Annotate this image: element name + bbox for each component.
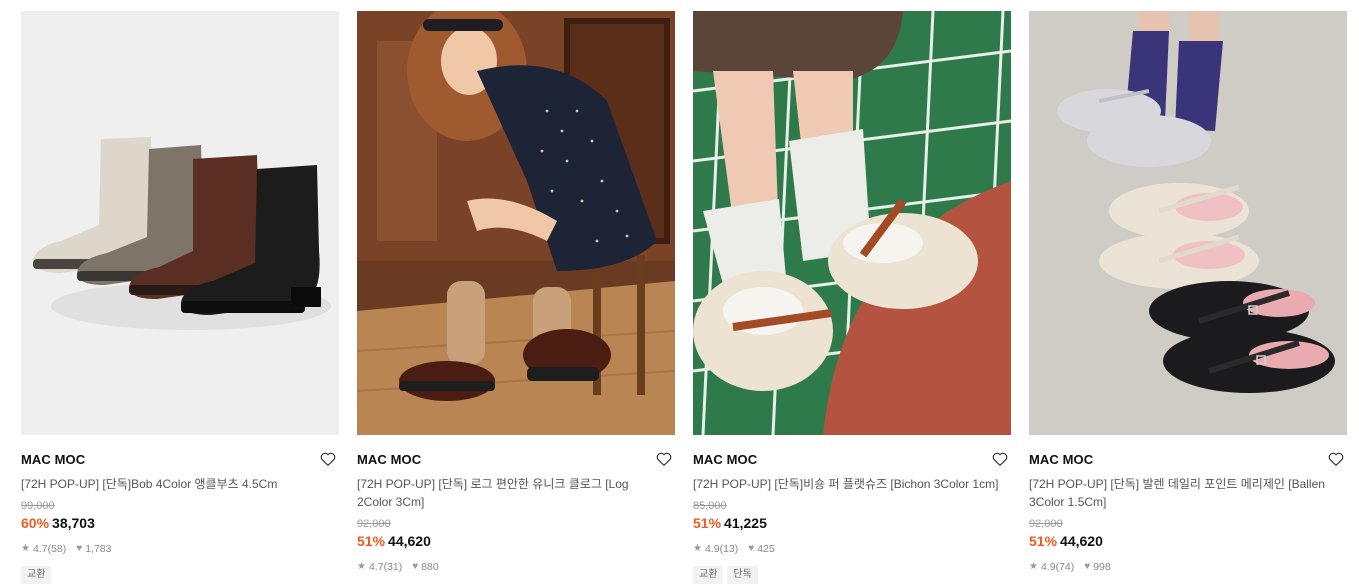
- product-meta: ★ 4.7 (31) ♥ 880: [357, 560, 675, 574]
- product-card[interactable]: MAC MOC [72H POP-UP] [단독]비숑 퍼 플랫슈즈 [Bich…: [693, 11, 1011, 584]
- heart-filled-icon: ♥: [748, 543, 755, 554]
- product-image-clogs[interactable]: [357, 11, 675, 435]
- sale-price: 41,225: [724, 515, 767, 531]
- product-image-ankle-boots[interactable]: [21, 11, 339, 435]
- sale-price: 44,620: [1060, 533, 1103, 549]
- heart-outline-icon[interactable]: [991, 450, 1009, 468]
- product-tag: 교환: [21, 566, 52, 584]
- heart-outline-icon[interactable]: [655, 450, 673, 468]
- heart-filled-icon: ♥: [1084, 561, 1091, 572]
- price-row: 51% 44,620: [1029, 532, 1347, 550]
- review-count: (58): [47, 543, 67, 555]
- rating-value: 4.9: [1040, 561, 1056, 573]
- tag-list: 교환: [21, 566, 339, 584]
- sale-price: 38,703: [52, 515, 95, 531]
- product-meta: ★ 4.9 (13) ♥ 425: [693, 542, 1011, 556]
- star-icon: ★: [357, 561, 366, 572]
- star-icon: ★: [1029, 561, 1038, 572]
- discount-rate: 51%: [693, 515, 722, 531]
- like-count: 880: [421, 561, 439, 573]
- brand-name[interactable]: MAC MOC: [693, 452, 757, 467]
- product-card[interactable]: MAC MOC [72H POP-UP] [단독] 로그 편안한 유니크 클로그…: [357, 11, 675, 574]
- like-count: 425: [757, 543, 775, 555]
- review-count: (31): [383, 561, 403, 573]
- original-price: 99,000: [21, 500, 55, 512]
- heart-outline-icon[interactable]: [319, 450, 337, 468]
- product-title[interactable]: [72H POP-UP] [단독]Bob 4Color 앵클부츠 4.5Cm: [21, 475, 339, 493]
- product-meta: ★ 4.7 (58) ♥ 1,783: [21, 542, 339, 556]
- original-price: 92,000: [1029, 518, 1063, 530]
- brand-name[interactable]: MAC MOC: [357, 452, 421, 467]
- product-grid: MAC MOC [72H POP-UP] [단독]Bob 4Color 앵클부츠…: [0, 0, 1359, 584]
- product-title[interactable]: [72H POP-UP] [단독] 발렌 데일리 포인트 메리제인 [Balle…: [1029, 475, 1347, 511]
- discount-rate: 51%: [357, 533, 386, 549]
- price-row: 51% 41,225: [693, 514, 1011, 532]
- price-row: 60% 38,703: [21, 514, 339, 532]
- product-title[interactable]: [72H POP-UP] [단독] 로그 편안한 유니크 클로그 [Log 2C…: [357, 475, 675, 511]
- product-card[interactable]: MAC MOC [72H POP-UP] [단독] 발렌 데일리 포인트 메리제…: [1029, 11, 1347, 574]
- brand-name[interactable]: MAC MOC: [21, 452, 85, 467]
- original-price: 92,000: [357, 518, 391, 530]
- heart-outline-icon[interactable]: [1327, 450, 1345, 468]
- sale-price: 44,620: [388, 533, 431, 549]
- discount-rate: 51%: [1029, 533, 1058, 549]
- product-card[interactable]: MAC MOC [72H POP-UP] [단독]Bob 4Color 앵클부츠…: [21, 11, 339, 584]
- rating-value: 4.9: [704, 543, 720, 555]
- heart-filled-icon: ♥: [412, 561, 419, 572]
- product-meta: ★ 4.9 (74) ♥ 998: [1029, 560, 1347, 574]
- product-title[interactable]: [72H POP-UP] [단독]비숑 퍼 플랫슈즈 [Bichon 3Colo…: [693, 475, 1011, 493]
- review-count: (13): [719, 543, 739, 555]
- brand-name[interactable]: MAC MOC: [1029, 452, 1093, 467]
- tag-list: 교환 단독: [693, 566, 1011, 584]
- like-count: 1,783: [85, 543, 112, 555]
- product-tag: 단독: [727, 566, 758, 584]
- discount-rate: 60%: [21, 515, 50, 531]
- star-icon: ★: [21, 543, 30, 554]
- original-price: 85,000: [693, 500, 727, 512]
- price-row: 51% 44,620: [357, 532, 675, 550]
- product-tag: 교환: [693, 566, 724, 584]
- rating-value: 4.7: [32, 543, 48, 555]
- heart-filled-icon: ♥: [76, 543, 83, 554]
- like-count: 998: [1093, 561, 1111, 573]
- review-count: (74): [1055, 561, 1075, 573]
- product-image-fur-flats[interactable]: [693, 11, 1011, 435]
- rating-value: 4.7: [368, 561, 384, 573]
- product-image-mary-janes[interactable]: [1029, 11, 1347, 435]
- star-icon: ★: [693, 543, 702, 554]
